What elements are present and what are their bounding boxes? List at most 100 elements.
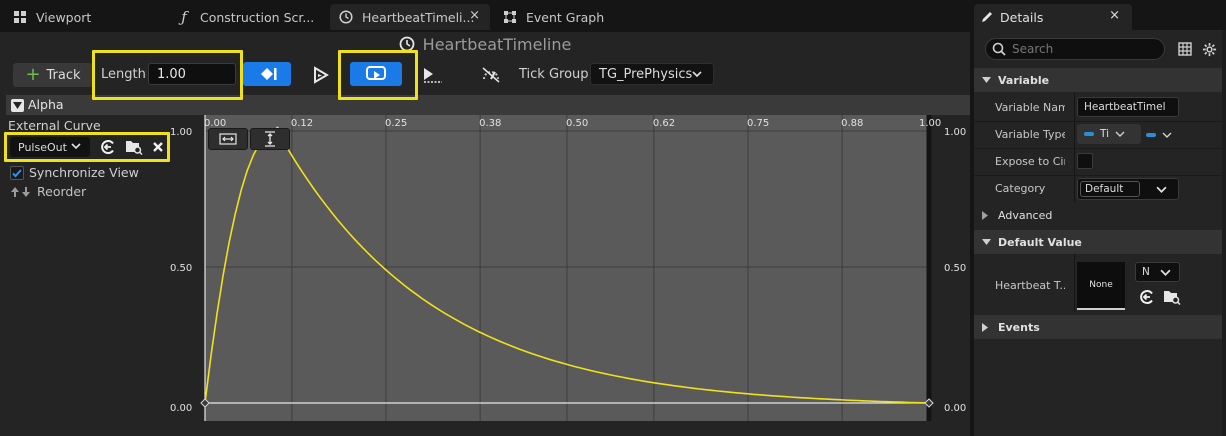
section-events[interactable]: Events bbox=[974, 315, 1222, 339]
tab-label: Viewport bbox=[36, 9, 92, 25]
details-scrollbar[interactable] bbox=[1222, 30, 1226, 436]
plus-icon: + bbox=[25, 64, 41, 85]
add-track-button[interactable]: + Track bbox=[13, 63, 93, 87]
close-tab-icon[interactable]: × bbox=[469, 8, 480, 23]
track-header-alpha[interactable]: Alpha bbox=[6, 95, 970, 115]
section-default-value-label: Default Value bbox=[998, 235, 1082, 249]
tab-construction-script[interactable]: ƒ Construction Scr... bbox=[168, 4, 326, 30]
row-divider bbox=[974, 121, 1222, 122]
chevron-down-icon bbox=[982, 239, 992, 245]
details-tab[interactable]: Details × bbox=[974, 4, 1132, 30]
section-events-label: Events bbox=[998, 320, 1040, 334]
x-tick-label: 0.75 bbox=[747, 118, 769, 129]
search-icon bbox=[992, 42, 1006, 56]
category-value: Default bbox=[1080, 181, 1140, 197]
section-advanced[interactable]: Advanced bbox=[974, 203, 1222, 227]
replicated-button[interactable] bbox=[420, 64, 446, 86]
external-curve-label: External Curve bbox=[8, 118, 101, 133]
variable-name-input[interactable]: HeartbeatTimel bbox=[1077, 97, 1179, 117]
reorder-control[interactable]: Reorder bbox=[10, 184, 86, 199]
synchronize-view-toggle[interactable]: Synchronize View bbox=[10, 165, 139, 180]
x-tick-label: 0.38 bbox=[479, 118, 501, 129]
details-search[interactable] bbox=[985, 38, 1165, 60]
browse-asset-button[interactable] bbox=[124, 138, 144, 156]
x-tick-label: 0.88 bbox=[841, 118, 863, 129]
chevron-down-icon bbox=[1115, 129, 1125, 139]
graph-icon bbox=[502, 9, 518, 25]
section-default-value[interactable]: Default Value bbox=[974, 230, 1222, 254]
section-variable[interactable]: Variable bbox=[974, 68, 1222, 92]
use-last-keyframe-button[interactable] bbox=[243, 62, 291, 86]
close-details-icon[interactable]: × bbox=[1109, 8, 1120, 23]
container-type-select[interactable] bbox=[1146, 128, 1178, 142]
pencil-icon bbox=[980, 10, 994, 24]
tab-viewport[interactable]: Viewport bbox=[4, 4, 164, 30]
external-curve-select[interactable]: PulseOut bbox=[10, 137, 90, 157]
variable-name-label: Variable Nam bbox=[995, 101, 1065, 114]
tab-label: Construction Scr... bbox=[200, 9, 315, 25]
editor-tab-bar: Viewport ƒ Construction Scr... Heartbeat… bbox=[0, 0, 970, 32]
category-select[interactable]: Default bbox=[1077, 178, 1179, 200]
asset-thumbnail[interactable]: None bbox=[1077, 262, 1125, 310]
check-icon bbox=[12, 168, 22, 177]
curve-graph[interactable]: 0.00 0.12 0.25 0.38 0.50 0.62 0.75 0.88 1.00 1.00… bbox=[168, 115, 970, 421]
clock-icon bbox=[338, 9, 354, 25]
synchronize-view-checkbox[interactable] bbox=[10, 165, 24, 180]
chevron-down-icon bbox=[982, 77, 992, 83]
ignore-time-dilation-button[interactable] bbox=[478, 64, 504, 86]
tick-group-value: TG_PrePhysics bbox=[599, 66, 693, 82]
chevron-down-icon bbox=[1156, 184, 1167, 195]
expose-to-cinematics-checkbox[interactable] bbox=[1077, 153, 1093, 169]
reorder-arrows-icon bbox=[10, 186, 32, 198]
loop-button[interactable] bbox=[350, 62, 402, 86]
y-tick-label-left: 1.00 bbox=[170, 127, 192, 138]
x-tick-label: 0.50 bbox=[566, 118, 588, 129]
y-tick-label-right: 0.00 bbox=[944, 403, 966, 414]
row-divider bbox=[974, 175, 1222, 176]
close-icon bbox=[152, 141, 164, 153]
y-tick-label-right: 0.50 bbox=[944, 263, 966, 274]
details-tab-label: Details bbox=[1000, 9, 1044, 25]
search-input[interactable] bbox=[1012, 42, 1152, 56]
expose-to-cinematics-label: Expose to Cin bbox=[995, 155, 1065, 168]
variable-type-label: Variable Type bbox=[995, 128, 1065, 141]
heartbeat-asset-select[interactable]: N bbox=[1135, 262, 1180, 282]
fit-horizontal-button[interactable] bbox=[208, 128, 248, 150]
tab-event-graph[interactable]: Event Graph bbox=[494, 4, 654, 30]
autoplay-icon bbox=[311, 65, 331, 85]
x-tick-label: 0.25 bbox=[385, 118, 407, 129]
tab-label: HeartbeatTimeli... bbox=[362, 9, 475, 25]
chevron-right-icon bbox=[982, 210, 992, 220]
y-tick-label-left: 0.50 bbox=[170, 263, 192, 274]
folder-search-icon bbox=[125, 139, 143, 155]
track-name: Alpha bbox=[28, 97, 64, 112]
length-input[interactable] bbox=[148, 63, 236, 85]
table-icon bbox=[1178, 42, 1192, 56]
pill-icon bbox=[1084, 132, 1094, 136]
category-label: Category bbox=[995, 182, 1046, 195]
details-divider bbox=[1074, 92, 1075, 202]
variable-type-value: Ti bbox=[1100, 128, 1110, 140]
arrow-left-circle-icon bbox=[1139, 289, 1155, 305]
collapse-arrow-icon[interactable] bbox=[11, 99, 24, 112]
tick-group-select[interactable]: TG_PrePhysics bbox=[590, 63, 714, 85]
gear-icon bbox=[1202, 42, 1217, 57]
length-label: Length bbox=[101, 67, 146, 82]
browse-asset-button[interactable] bbox=[1162, 288, 1182, 306]
settings-button[interactable] bbox=[1200, 40, 1218, 58]
variable-type-select[interactable]: Ti bbox=[1077, 124, 1141, 144]
use-selected-asset-button[interactable] bbox=[98, 138, 118, 156]
chevron-right-icon bbox=[982, 322, 992, 332]
asset-thumbnail-label: None bbox=[1089, 280, 1113, 290]
heartbeat-default-label: Heartbeat T... bbox=[995, 279, 1065, 292]
clear-curve-button[interactable] bbox=[150, 138, 166, 156]
replicate-icon bbox=[421, 66, 445, 84]
curve-graph-svg[interactable]: 0.00 0.12 0.25 0.38 0.50 0.62 0.75 0.88 1.001.00… bbox=[168, 115, 970, 421]
fit-vertical-button[interactable] bbox=[250, 128, 290, 150]
table-view-button[interactable] bbox=[1176, 40, 1194, 58]
tab-heartbeat-timeline[interactable]: HeartbeatTimeli... × bbox=[330, 4, 490, 30]
folder-search-icon bbox=[1163, 289, 1181, 305]
use-selected-asset-button[interactable] bbox=[1138, 288, 1156, 306]
autoplay-button[interactable] bbox=[309, 64, 333, 86]
section-variable-label: Variable bbox=[998, 73, 1050, 87]
